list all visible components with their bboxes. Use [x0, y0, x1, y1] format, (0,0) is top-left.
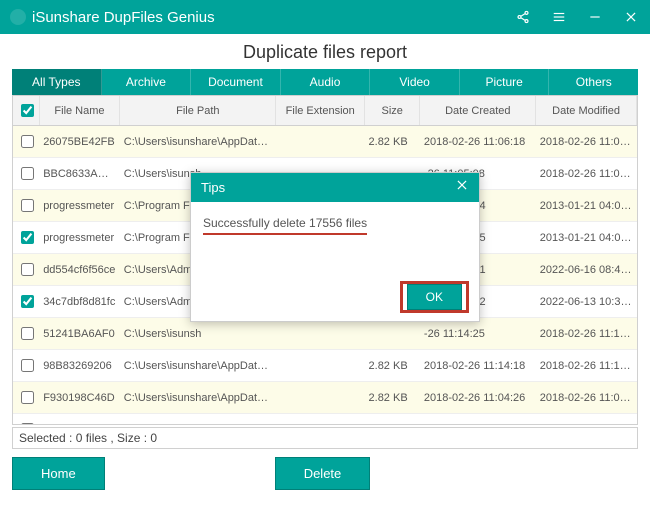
cell-mod: 2018-02-26 11:05:0: [536, 158, 637, 190]
cell-created: 2018-02-26 11:06:18: [420, 126, 536, 158]
menu-icon[interactable]: [550, 8, 568, 26]
header-checkbox-cell: [13, 96, 39, 126]
header-mod[interactable]: Date Modified: [536, 96, 637, 126]
minimize-icon[interactable]: [586, 8, 604, 26]
bottom-buttons: Home Delete: [0, 449, 650, 498]
row-checkbox[interactable]: [21, 199, 34, 212]
cell-created: 2018-02-26 11:04:26: [420, 382, 536, 414]
ok-button[interactable]: OK: [407, 284, 462, 310]
cell-created: 2018-02-26 11:01:08: [420, 414, 536, 426]
cell-ext: [276, 382, 365, 414]
table-row[interactable]: 26075BE42FBC:\Users\isunshare\AppData\L 2…: [13, 126, 637, 158]
row-checkbox[interactable]: [21, 167, 34, 180]
row-checkbox[interactable]: [21, 135, 34, 148]
row-checkbox[interactable]: [21, 391, 34, 404]
row-checkbox[interactable]: [21, 295, 34, 308]
table-row[interactable]: 98B83269206C:\Users\isunshare\AppData\L 2…: [13, 350, 637, 382]
cell-path: C:\Users\isunshare\AppData\L: [120, 414, 276, 426]
cell-mod: 2013-01-21 04:03:0: [536, 190, 637, 222]
cell-mod: 2018-02-26 11:06:1: [536, 126, 637, 158]
tab-picture[interactable]: Picture: [460, 69, 550, 95]
tab-video[interactable]: Video: [370, 69, 460, 95]
app-logo-icon: [10, 9, 26, 25]
titlebar: iSunshare DupFiles Genius: [0, 0, 650, 34]
tab-document[interactable]: Document: [191, 69, 281, 95]
header-created[interactable]: Date Created: [420, 96, 536, 126]
cell-ext: [276, 350, 365, 382]
modal-titlebar: Tips: [191, 173, 479, 202]
ok-highlight: OK: [400, 281, 469, 313]
cell-name: F930198C46D: [39, 382, 120, 414]
cell-path: C:\Users\isunshare\AppData\L: [120, 126, 276, 158]
tips-modal: Tips Successfully delete 17556 files OK: [190, 172, 480, 322]
app-title: iSunshare DupFiles Genius: [32, 9, 215, 26]
cell-mod: 2018-02-26 11:01:0: [536, 414, 637, 426]
delete-button[interactable]: Delete: [275, 457, 371, 490]
modal-body: Successfully delete 17556 files: [191, 202, 479, 245]
cell-size: 2.82 KB: [365, 382, 420, 414]
tab-all-types[interactable]: All Types: [12, 69, 102, 95]
app-brand: iSunshare DupFiles Genius: [10, 9, 514, 26]
cell-size: 2.82 KB: [365, 414, 420, 426]
cell-ext: [276, 318, 365, 350]
tab-archive[interactable]: Archive: [102, 69, 192, 95]
cell-mod: 2018-02-26 11:14:1: [536, 350, 637, 382]
row-checkbox[interactable]: [21, 231, 34, 244]
cell-name: 34c7dbf8d81fc: [39, 286, 120, 318]
cell-name: progressmeter: [39, 190, 120, 222]
cell-name: progressmeter: [39, 222, 120, 254]
type-tabs: All TypesArchiveDocumentAudioVideoPictur…: [12, 69, 638, 95]
cell-name: 51241BA6AF0: [39, 318, 120, 350]
header-path[interactable]: File Path: [120, 96, 276, 126]
cell-size: 2.82 KB: [365, 126, 420, 158]
row-checkbox[interactable]: [21, 263, 34, 276]
modal-title: Tips: [201, 180, 455, 195]
row-checkbox[interactable]: [21, 423, 34, 425]
cell-ext: [276, 414, 365, 426]
page-title: Duplicate files report: [0, 42, 650, 63]
cell-mod: 2018-02-26 11:04:2: [536, 382, 637, 414]
cell-mod: 2013-01-21 04:06:0: [536, 222, 637, 254]
modal-message: Successfully delete 17556 files: [203, 216, 367, 235]
home-button[interactable]: Home: [12, 457, 105, 490]
close-icon[interactable]: [622, 8, 640, 26]
cell-ext: [276, 126, 365, 158]
cell-mod: 2018-02-26 11:14:2: [536, 318, 637, 350]
select-all-checkbox[interactable]: [21, 104, 34, 117]
tab-audio[interactable]: Audio: [281, 69, 371, 95]
header-size[interactable]: Size: [365, 96, 420, 126]
cell-path: C:\Users\isunsh: [120, 318, 276, 350]
table-row[interactable]: 4F5A13E752BC:\Users\isunshare\AppData\L 2…: [13, 414, 637, 426]
row-checkbox[interactable]: [21, 327, 34, 340]
cell-name: BBC8633AE85: [39, 158, 120, 190]
cell-name: dd554cf6f56ce: [39, 254, 120, 286]
cell-name: 26075BE42FB: [39, 126, 120, 158]
cell-name: 98B83269206: [39, 350, 120, 382]
status-bar: Selected : 0 files , Size : 0: [12, 427, 638, 449]
cell-mod: 2022-06-16 08:48:0: [536, 254, 637, 286]
row-checkbox[interactable]: [21, 359, 34, 372]
cell-created: -26 11:14:25: [420, 318, 536, 350]
header-name[interactable]: File Name: [39, 96, 120, 126]
table-row[interactable]: F930198C46DC:\Users\isunshare\AppData\L 2…: [13, 382, 637, 414]
cell-size: 2.82 KB: [365, 350, 420, 382]
table-row[interactable]: 51241BA6AF0C:\Users\isunsh -26 11:14:2520…: [13, 318, 637, 350]
modal-close-icon[interactable]: [455, 178, 469, 197]
cell-created: 2018-02-26 11:14:18: [420, 350, 536, 382]
share-icon[interactable]: [514, 8, 532, 26]
cell-mod: 2022-06-13 10:34:5: [536, 286, 637, 318]
cell-path: C:\Users\isunshare\AppData\L: [120, 382, 276, 414]
cell-name: 4F5A13E752B: [39, 414, 120, 426]
header-ext[interactable]: File Extension: [276, 96, 365, 126]
cell-size: [365, 318, 420, 350]
cell-path: C:\Users\isunshare\AppData\L: [120, 350, 276, 382]
tab-others[interactable]: Others: [549, 69, 638, 95]
